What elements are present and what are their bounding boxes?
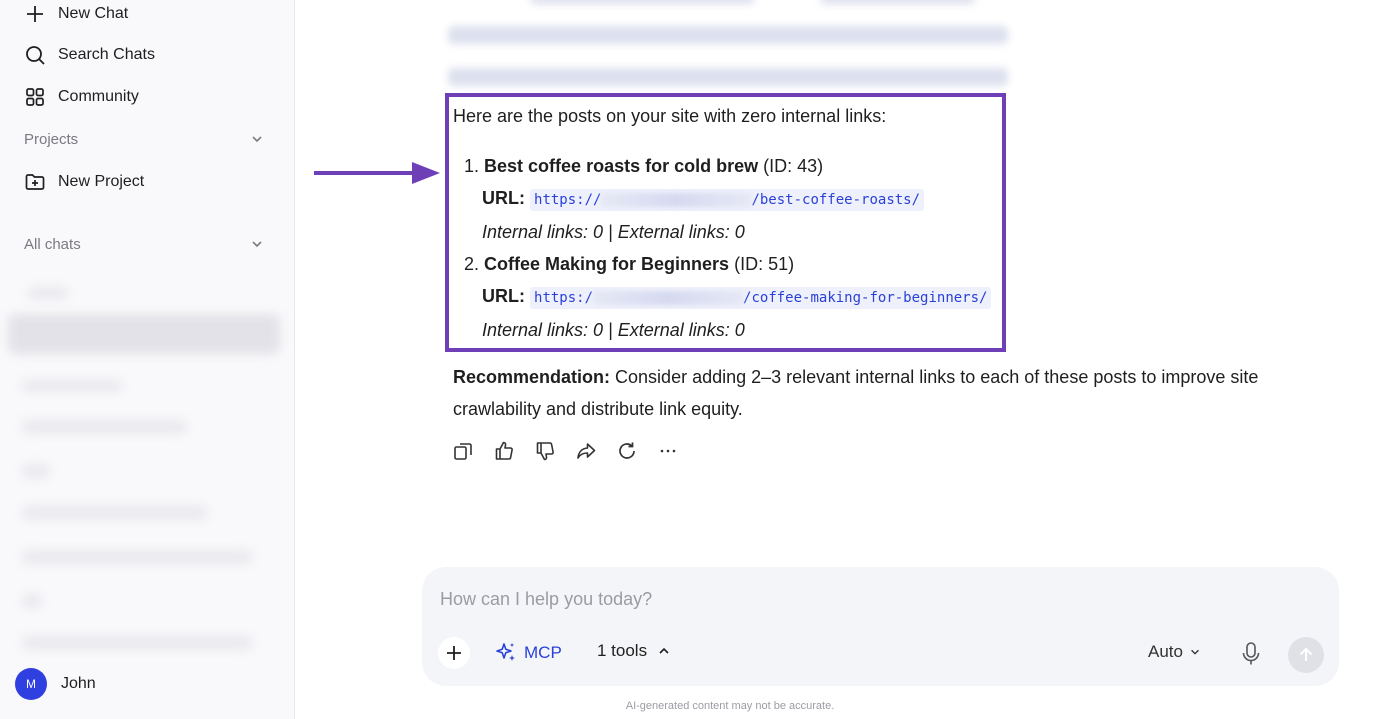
send-button[interactable] xyxy=(1288,637,1324,673)
chevron-up-icon xyxy=(659,647,669,654)
blurred-content xyxy=(448,68,1008,86)
regenerate-icon[interactable] xyxy=(616,440,638,462)
recommendation-label: Recommendation: xyxy=(453,367,611,387)
message-input[interactable] xyxy=(440,589,1140,610)
redacted-domain xyxy=(601,193,752,207)
redacted-domain xyxy=(593,291,744,305)
mcp-button[interactable]: MCP xyxy=(494,641,562,665)
blurred-chat-item[interactable] xyxy=(22,594,42,608)
recommendation: Recommendation: Consider adding 2–3 rele… xyxy=(453,361,1313,425)
post-url[interactable]: https://coffee-making-for-beginners/ xyxy=(530,287,992,309)
url-label: URL: xyxy=(482,286,525,306)
post-id: (ID: 43) xyxy=(763,156,824,176)
new-chat-button[interactable]: New Chat xyxy=(24,0,128,28)
message-intro: Here are the posts on your site with zer… xyxy=(453,106,887,126)
assistant-message: Here are the posts on your site with zer… xyxy=(453,100,1313,346)
folder-plus-icon xyxy=(25,174,45,190)
new-project-button[interactable]: New Project xyxy=(24,168,144,196)
thumbs-down-icon[interactable] xyxy=(534,440,556,462)
user-name: John xyxy=(61,675,96,692)
list-item: 2. Coffee Making for Beginners (ID: 51) … xyxy=(453,248,1313,346)
blurred-content xyxy=(820,0,975,4)
message-actions xyxy=(452,440,679,462)
projects-label: Projects xyxy=(24,130,79,148)
avatar: M xyxy=(15,668,47,700)
plus-icon xyxy=(447,646,461,660)
mcp-label: MCP xyxy=(524,643,562,662)
annotation-arrow xyxy=(314,162,440,184)
share-icon[interactable] xyxy=(575,440,597,462)
more-icon[interactable] xyxy=(657,440,679,462)
blurred-content xyxy=(530,0,755,4)
search-chats-label: Search Chats xyxy=(58,46,155,63)
copy-icon[interactable] xyxy=(452,440,474,462)
post-url[interactable]: https:///best-coffee-roasts/ xyxy=(530,189,925,211)
chevron-down-icon xyxy=(1191,649,1199,655)
blurred-chat-item[interactable] xyxy=(22,636,252,650)
link-counts: Internal links: 0 | External links: 0 xyxy=(482,222,745,242)
app: New Chat Search Chats Community Projects… xyxy=(0,0,1400,719)
grid-icon xyxy=(26,88,44,106)
user-profile[interactable]: M John xyxy=(15,668,96,700)
projects-section-toggle[interactable]: Projects xyxy=(24,127,264,151)
plus-icon xyxy=(27,6,43,22)
blurred-content xyxy=(448,26,1008,44)
all-chats-label: All chats xyxy=(24,235,81,253)
sidebar: New Chat Search Chats Community Projects… xyxy=(0,0,295,719)
tools-label: 1 tools xyxy=(597,641,648,660)
post-title: Best coffee roasts for cold brew xyxy=(484,156,759,176)
microphone-icon xyxy=(1242,642,1260,665)
post-id: (ID: 51) xyxy=(734,254,795,274)
url-label: URL: xyxy=(482,188,525,208)
chevron-down-icon xyxy=(252,136,262,143)
list-item: 1. Best coffee roasts for cold brew (ID:… xyxy=(453,150,1313,248)
blurred-chat-item[interactable] xyxy=(28,287,68,299)
disclaimer: AI-generated content may not be accurate… xyxy=(625,700,835,712)
sparkle-icon xyxy=(496,643,515,661)
add-attachment-button[interactable] xyxy=(438,637,470,669)
link-counts: Internal links: 0 | External links: 0 xyxy=(482,320,745,340)
composer: MCP 1 tools Auto xyxy=(422,567,1339,686)
tools-button[interactable]: 1 tools xyxy=(597,641,671,661)
list-number: 1. xyxy=(464,156,480,176)
list-number: 2. xyxy=(464,254,480,274)
arrow-up-icon xyxy=(1299,647,1313,661)
search-icon xyxy=(26,46,45,65)
blurred-chat-item[interactable] xyxy=(22,380,122,392)
blurred-chat-item[interactable] xyxy=(22,464,50,478)
blurred-chat-item-active[interactable] xyxy=(8,314,280,354)
community-button[interactable]: Community xyxy=(24,83,139,111)
blurred-chat-item[interactable] xyxy=(22,420,187,434)
community-label: Community xyxy=(58,88,139,105)
model-select[interactable]: Auto xyxy=(1148,642,1201,662)
microphone-button[interactable] xyxy=(1240,641,1262,667)
thumbs-up-icon[interactable] xyxy=(493,440,515,462)
blurred-chat-item[interactable] xyxy=(22,550,252,564)
all-chats-section-toggle[interactable]: All chats xyxy=(24,232,264,256)
new-chat-label: New Chat xyxy=(58,5,129,22)
search-chats-button[interactable]: Search Chats xyxy=(24,41,155,69)
blurred-chat-item[interactable] xyxy=(22,506,207,520)
model-label: Auto xyxy=(1148,642,1183,661)
new-project-label: New Project xyxy=(58,173,145,190)
chevron-down-icon xyxy=(252,241,262,248)
post-title: Coffee Making for Beginners xyxy=(484,254,730,274)
